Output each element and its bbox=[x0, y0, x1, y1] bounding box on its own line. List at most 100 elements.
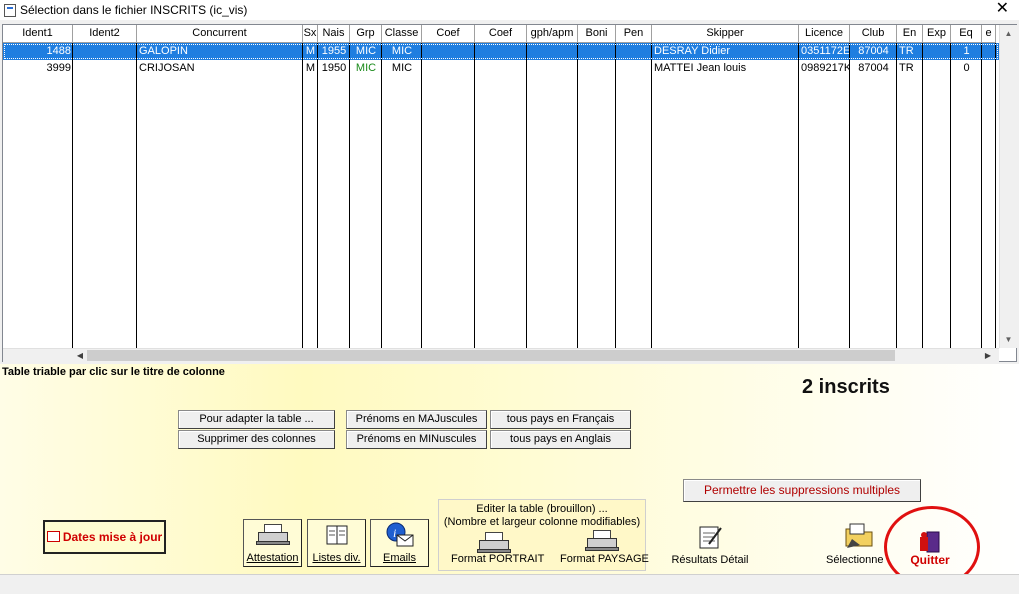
column-header-3[interactable]: Concurrent bbox=[137, 25, 303, 43]
quit-button[interactable]: Quitter bbox=[900, 531, 960, 571]
notepad-icon bbox=[699, 526, 722, 549]
lists-button[interactable]: Listes div. bbox=[307, 519, 366, 567]
table-cell bbox=[73, 60, 137, 77]
actions-panel: Table triable par clic sur le titre de c… bbox=[0, 364, 1019, 574]
column-header-19[interactable]: e bbox=[982, 25, 996, 43]
column-divider bbox=[421, 43, 422, 348]
attestation-button[interactable]: Attestation bbox=[243, 519, 302, 567]
select-button[interactable]: Sélectionne bbox=[826, 521, 892, 566]
results-detail-button[interactable]: Résultats Détail bbox=[668, 524, 752, 566]
column-divider bbox=[950, 43, 951, 348]
table-cell: 87004 bbox=[858, 62, 889, 74]
focus-rectangle bbox=[3, 43, 999, 60]
table-cell: TR bbox=[899, 62, 914, 74]
column-header-12[interactable]: Pen bbox=[616, 25, 652, 43]
column-header-17[interactable]: Exp bbox=[923, 25, 951, 43]
email-icon: i bbox=[386, 522, 414, 547]
title-bar: Sélection dans le fichier INSCRITS (ic_v… bbox=[0, 0, 1019, 20]
emails-label: Emails bbox=[382, 552, 416, 564]
lists-label: Listes div. bbox=[312, 552, 361, 564]
column-divider bbox=[317, 43, 318, 348]
table-cell bbox=[923, 60, 951, 77]
printer-icon bbox=[256, 524, 290, 546]
scroll-down-icon[interactable]: ▼ bbox=[1000, 331, 1017, 348]
landscape-printer-icon[interactable] bbox=[585, 530, 619, 552]
emails-button[interactable]: i Emails bbox=[370, 519, 429, 567]
table-cell: MIC bbox=[391, 62, 413, 74]
scroll-left-icon[interactable]: ◀ bbox=[73, 349, 87, 362]
column-divider bbox=[798, 43, 799, 348]
registrant-count: 2 inscrits bbox=[802, 376, 890, 398]
column-header-18[interactable]: Eq bbox=[951, 25, 982, 43]
vertical-scrollbar[interactable]: ▲ ▼ bbox=[999, 25, 1017, 348]
column-header-16[interactable]: En bbox=[897, 25, 923, 43]
column-divider bbox=[995, 43, 996, 348]
column-header-8[interactable]: Coef bbox=[422, 25, 475, 43]
adapt-table-button[interactable]: Pour adapter la table ... bbox=[178, 410, 335, 429]
column-divider bbox=[526, 43, 527, 348]
column-header-9[interactable]: Coef bbox=[475, 25, 527, 43]
table-cell: 3999 bbox=[46, 62, 71, 74]
table-cell: MATTEI Jean louis bbox=[654, 62, 747, 74]
column-header-2[interactable]: Ident2 bbox=[73, 25, 137, 43]
table-cell: 0 bbox=[963, 62, 970, 74]
book-icon bbox=[326, 525, 348, 545]
column-header-10[interactable]: gph/apm bbox=[527, 25, 578, 43]
countries-english-button[interactable]: tous pays en Anglais bbox=[490, 430, 631, 449]
results-detail-label: Résultats Détail bbox=[671, 554, 749, 566]
table-cell: M bbox=[305, 62, 316, 74]
table-cell: 0989217K bbox=[801, 62, 850, 74]
select-label: Sélectionne bbox=[826, 554, 884, 566]
table-cell: CRIJOSAN bbox=[139, 62, 195, 74]
attestation-label: Attestation bbox=[246, 552, 299, 564]
format-portrait-button[interactable]: Format PORTRAIT bbox=[451, 553, 544, 565]
column-header-15[interactable]: Club bbox=[850, 25, 897, 43]
column-header-4[interactable]: Sx bbox=[303, 25, 318, 43]
column-divider bbox=[651, 43, 652, 348]
exit-door-icon bbox=[920, 531, 940, 553]
data-grid: 3999 CRIJOSAN M 1950 MIC MIC MATTEI Jean louis… bbox=[2, 24, 1017, 362]
folder-icon bbox=[845, 523, 873, 548]
column-header-14[interactable]: Licence bbox=[799, 25, 850, 43]
sort-hint: Table triable par clic sur le titre de c… bbox=[2, 366, 225, 378]
scroll-right-icon[interactable]: ▶ bbox=[981, 349, 995, 362]
table-cell bbox=[475, 60, 527, 77]
portrait-printer-icon[interactable] bbox=[477, 532, 511, 554]
close-icon[interactable]: ✕ bbox=[996, 0, 1009, 18]
column-divider bbox=[849, 43, 850, 348]
window-title: Sélection dans le fichier INSCRITS (ic_v… bbox=[20, 3, 248, 17]
update-dates-button[interactable]: Dates mise à jour bbox=[43, 520, 166, 554]
calendar-icon bbox=[46, 531, 60, 542]
table-cell bbox=[616, 60, 652, 77]
horizontal-scrollbar[interactable]: ◀ ▶ bbox=[3, 348, 999, 362]
column-divider bbox=[136, 43, 137, 348]
column-header-5[interactable]: Nais bbox=[318, 25, 350, 43]
column-divider bbox=[615, 43, 616, 348]
column-header-13[interactable]: Skipper bbox=[652, 25, 799, 43]
svg-text:i: i bbox=[393, 526, 396, 540]
format-landscape-button[interactable]: Format PAYSAGE bbox=[560, 553, 649, 565]
edit-table-title: Editer la table (brouillon) ... bbox=[476, 503, 608, 515]
table-cell: MIC bbox=[355, 62, 377, 74]
delete-columns-button[interactable]: Supprimer des colonnes bbox=[178, 430, 335, 449]
column-header-1[interactable]: Ident1 bbox=[3, 25, 73, 43]
allow-multi-delete-button[interactable]: Permettre les suppressions multiples bbox=[683, 479, 921, 502]
column-header-7[interactable]: Classe bbox=[382, 25, 422, 43]
column-divider bbox=[474, 43, 475, 348]
column-divider bbox=[922, 43, 923, 348]
column-header-6[interactable]: Grp bbox=[350, 25, 382, 43]
column-header-11[interactable]: Boni bbox=[578, 25, 616, 43]
countries-french-button[interactable]: tous pays en Français bbox=[490, 410, 631, 429]
column-divider bbox=[302, 43, 303, 348]
horizontal-scroll-thumb[interactable] bbox=[87, 350, 895, 361]
column-divider bbox=[981, 43, 982, 348]
quit-label: Quitter bbox=[910, 553, 950, 567]
table-cell bbox=[578, 60, 616, 77]
firstnames-uppercase-button[interactable]: Prénoms en MAJuscules bbox=[346, 410, 487, 429]
update-dates-label: Dates mise à jour bbox=[62, 530, 163, 544]
firstnames-lowercase-button[interactable]: Prénoms en MINuscules bbox=[346, 430, 487, 449]
window-icon bbox=[4, 4, 16, 17]
scroll-up-icon[interactable]: ▲ bbox=[1000, 25, 1017, 42]
column-divider bbox=[349, 43, 350, 348]
table-cell bbox=[982, 60, 996, 77]
